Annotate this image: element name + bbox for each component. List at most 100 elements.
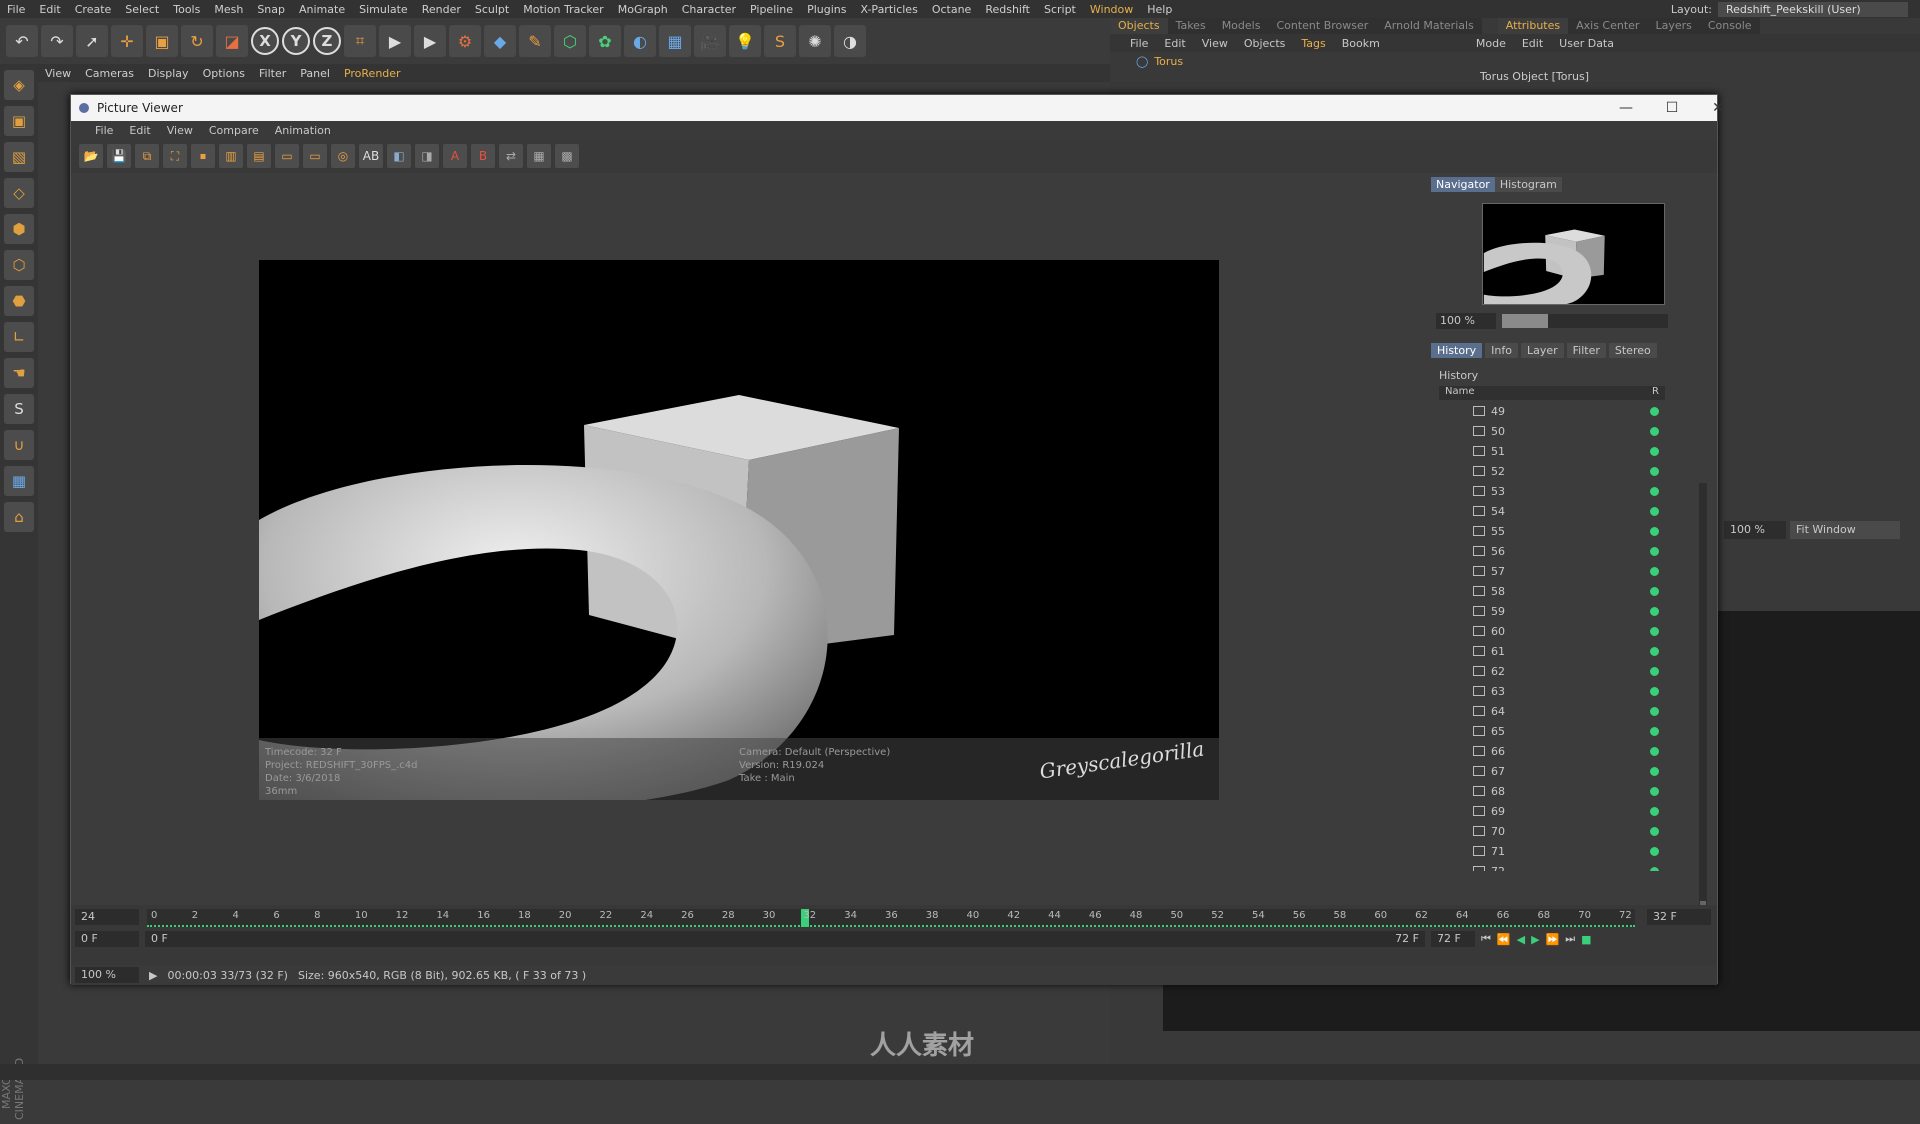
menu-create[interactable]: Create [68, 3, 119, 16]
plugin-s-icon[interactable]: S [764, 25, 796, 57]
pv-menu-file[interactable]: File [87, 124, 121, 137]
menu-motion-tracker[interactable]: Motion Tracker [516, 3, 610, 16]
viewport-menu-filter[interactable]: Filter [252, 67, 293, 80]
menu-sculpt[interactable]: Sculpt [468, 3, 516, 16]
fps-field[interactable]: 24 [75, 909, 139, 925]
tab-info[interactable]: Info [1485, 343, 1518, 358]
history-row[interactable]: 64 [1439, 701, 1665, 721]
menu-animate[interactable]: Animate [292, 3, 352, 16]
end-frame-field[interactable]: 72 F [1431, 931, 1475, 947]
tab-filter[interactable]: Filter [1566, 343, 1606, 358]
history-row[interactable]: 60 [1439, 621, 1665, 641]
save-icon[interactable]: 💾 [107, 144, 131, 168]
axis-mode-icon[interactable]: ∟ [4, 322, 34, 352]
menu-x-particles[interactable]: X-Particles [853, 3, 924, 16]
viewer-zoom-field[interactable]: 100 % [1724, 521, 1786, 539]
channel-a-icon[interactable]: ▥ [219, 144, 243, 168]
om-menu-objects[interactable]: Objects [1236, 37, 1294, 50]
viewport-menu-display[interactable]: Display [141, 67, 196, 80]
tab-console[interactable]: Console [1699, 18, 1760, 34]
history-row[interactable]: 69 [1439, 801, 1665, 821]
attr-menu-mode[interactable]: Mode [1468, 37, 1514, 50]
fullscreen-icon[interactable]: ⛶ [163, 144, 187, 168]
history-row[interactable]: 71 [1439, 841, 1665, 861]
om-menu-bookmarks[interactable]: Bookm [1334, 37, 1388, 50]
range-slider[interactable]: 0 F 72 F [145, 931, 1425, 947]
tweak-mode-icon[interactable]: ☚ [4, 358, 34, 388]
coordinate-system-icon[interactable]: ⌗ [344, 25, 376, 57]
tab-history[interactable]: History [1431, 343, 1483, 358]
history-row[interactable]: 54 [1439, 501, 1665, 521]
tab-histogram[interactable]: Histogram [1494, 177, 1562, 192]
timeline-ruler[interactable]: 0 2 4 6 8 10 12 14 16 18 20 22 24 26 28 30 32 34 36 38 40 42 4… [147, 909, 1635, 927]
snap-icon[interactable]: S [4, 394, 34, 424]
workplane-icon[interactable]: ◇ [4, 178, 34, 208]
tab-takes[interactable]: Takes [1167, 18, 1214, 34]
history-row[interactable]: 72 [1439, 861, 1665, 871]
menu-file[interactable]: File [0, 3, 32, 16]
render-picture-viewer-icon[interactable]: ▶ [414, 25, 446, 57]
history-row[interactable]: 67 [1439, 761, 1665, 781]
stereo-icon[interactable]: ▩ [555, 144, 579, 168]
history-row[interactable]: 70 [1439, 821, 1665, 841]
viewport-menu-cameras[interactable]: Cameras [78, 67, 141, 80]
magnet-icon[interactable]: ∪ [4, 430, 34, 460]
om-menu-file[interactable]: File [1122, 37, 1156, 50]
layout-dropdown[interactable]: Redshift_Peekskill (User) [1718, 1, 1908, 17]
om-menu-view[interactable]: View [1194, 37, 1236, 50]
overlay-icon[interactable]: ▦ [527, 144, 551, 168]
tab-axis-center[interactable]: Axis Center [1568, 18, 1648, 34]
region-render-icon[interactable]: ▭ [303, 144, 327, 168]
history-row[interactable]: 57 [1439, 561, 1665, 581]
render-view-icon[interactable]: ▶ [379, 25, 411, 57]
menu-plugins[interactable]: Plugins [800, 3, 853, 16]
set-a-icon[interactable]: A [443, 144, 467, 168]
history-row[interactable]: 62 [1439, 661, 1665, 681]
navigator-thumbnail[interactable] [1482, 203, 1665, 305]
history-row[interactable]: 55 [1439, 521, 1665, 541]
menu-select[interactable]: Select [118, 3, 166, 16]
goto-end-icon[interactable]: ⏭ [1565, 932, 1575, 946]
attr-menu-edit[interactable]: Edit [1514, 37, 1551, 50]
tab-navigator[interactable]: Navigator [1431, 177, 1495, 192]
scale-icon[interactable]: ▣ [146, 25, 178, 57]
recent-tools-icon[interactable]: ◪ [216, 25, 248, 57]
difference-icon[interactable]: ◨ [415, 144, 439, 168]
edges-mode-icon[interactable]: ⬡ [4, 250, 34, 280]
pv-menu-edit[interactable]: Edit [121, 124, 158, 137]
stop-render-icon[interactable]: ⏹ [191, 144, 215, 168]
redo-icon[interactable]: ↷ [41, 25, 73, 57]
pv-menu-compare[interactable]: Compare [201, 124, 267, 137]
maximize-icon[interactable]: ☐ [1649, 95, 1695, 121]
object-row-torus[interactable]: ◯ Torus [1110, 52, 1920, 70]
texture-mode-icon[interactable]: ▧ [4, 142, 34, 172]
polygons-mode-icon[interactable]: ⬣ [4, 286, 34, 316]
copy-icon[interactable]: ⧉ [135, 144, 159, 168]
menu-simulate[interactable]: Simulate [352, 3, 415, 16]
history-row[interactable]: 66 [1439, 741, 1665, 761]
om-menu-tags[interactable]: Tags [1293, 37, 1333, 50]
history-row[interactable]: 56 [1439, 541, 1665, 561]
history-row[interactable]: 63 [1439, 681, 1665, 701]
menu-pipeline[interactable]: Pipeline [743, 3, 800, 16]
attr-menu-user-data[interactable]: User Data [1551, 37, 1622, 50]
menu-snap[interactable]: Snap [250, 3, 292, 16]
camera-icon[interactable]: 🎥 [694, 25, 726, 57]
tab-objects[interactable]: Objects [1110, 18, 1168, 34]
history-row[interactable]: 53 [1439, 481, 1665, 501]
swap-icon[interactable]: ⇄ [499, 144, 523, 168]
menu-render[interactable]: Render [415, 3, 468, 16]
points-mode-icon[interactable]: ⬢ [4, 214, 34, 244]
tab-models[interactable]: Models [1213, 18, 1269, 34]
history-scrollbar[interactable] [1699, 483, 1707, 963]
menu-window[interactable]: Window [1083, 3, 1140, 16]
history-row[interactable]: 52 [1439, 461, 1665, 481]
lock-icon[interactable]: ⌂ [4, 502, 34, 532]
current-frame-field[interactable]: 32 F [1647, 909, 1711, 925]
menu-tools[interactable]: Tools [166, 3, 207, 16]
interactive-render-icon[interactable]: ◎ [331, 144, 355, 168]
region-icon[interactable]: ▭ [275, 144, 299, 168]
cube-icon[interactable]: ◆ [484, 25, 516, 57]
goto-start-icon[interactable]: ⏮ [1481, 932, 1491, 946]
play-reverse-icon[interactable]: ◀ [1517, 933, 1525, 946]
